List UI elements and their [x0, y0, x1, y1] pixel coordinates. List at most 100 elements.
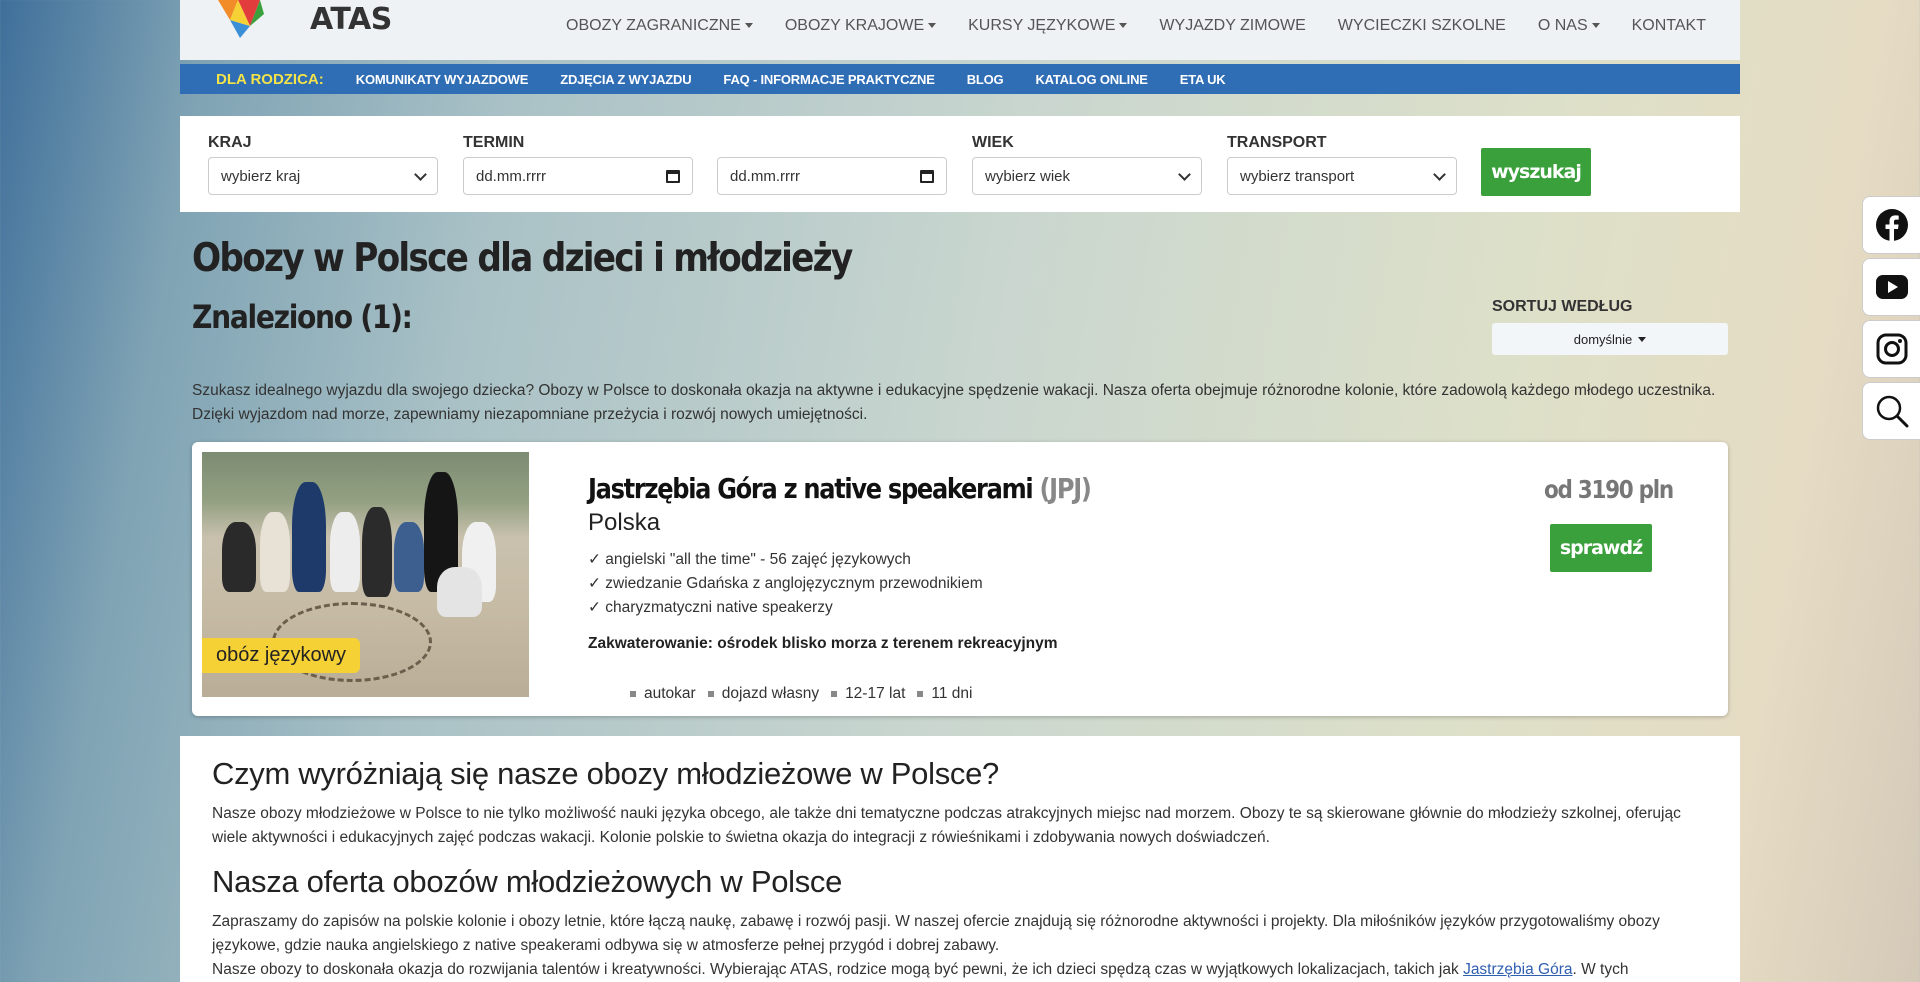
term-label: TERMIN: [463, 134, 525, 151]
calendar-icon[interactable]: [920, 169, 934, 183]
content-heading-1: Czym wyróżniają się nasze obozy młodzież…: [212, 756, 999, 791]
offer-type-badge: obóz językowy: [202, 638, 361, 673]
offer-price: od 3190 pln: [1544, 475, 1674, 504]
tag-duration: 11 dni: [917, 685, 972, 703]
logo-icon: [218, 0, 264, 38]
country-value: wybierz kraj: [221, 167, 301, 185]
instagram-link[interactable]: [1862, 320, 1920, 378]
chevron-down-icon: [414, 167, 427, 181]
subnav-faq[interactable]: FAQ - INFORMACJE PRAKTYCZNE: [723, 72, 934, 87]
check-offer-button[interactable]: sprawdź: [1550, 524, 1652, 572]
sort-label: SORTUJ WEDŁUG: [1492, 298, 1633, 315]
date-from-value: dd.mm.rrrr: [476, 167, 546, 185]
offer-code: (JPJ): [1039, 472, 1091, 505]
nav-kursy-jezykowe[interactable]: KURSY JĘZYKOWE: [968, 17, 1128, 35]
instagram-icon: [1876, 333, 1907, 365]
search-panel: KRAJ wybierz kraj TERMIN dd.mm.rrrr dd.m…: [180, 116, 1740, 212]
subnav-lead: DLA RODZICA:: [216, 70, 324, 88]
social-sidebar: [1862, 196, 1920, 444]
transport-label: TRANSPORT: [1227, 134, 1327, 151]
nav-o-nas[interactable]: O NAS: [1538, 17, 1600, 35]
age-label: WIEK: [972, 134, 1014, 151]
content-paragraph-3: Nasze obozy to doskonała okazja do rozwi…: [212, 958, 1720, 982]
offer-card: obóz językowy Jastrzębia Góra z native s…: [192, 442, 1728, 716]
offer-title-text: Jastrzębia Góra z native speakerami: [588, 472, 1034, 505]
nav-label: WYJAZDY ZIMOWE: [1159, 17, 1306, 34]
person-figure: [362, 507, 392, 597]
feature-item: ✓ charyzmatyczni native speakerzy: [588, 599, 833, 616]
nav-label: O NAS: [1537, 17, 1588, 34]
paragraph-text: . W tych: [1572, 961, 1629, 978]
date-to-value: dd.mm.rrrr: [730, 167, 800, 185]
logo-text: ATAS: [310, 2, 392, 37]
offer-title[interactable]: Jastrzębia Góra z native speakerami (JPJ…: [588, 472, 1092, 505]
nav-label: KONTAKT: [1631, 17, 1706, 34]
caret-down-icon: [1638, 336, 1647, 342]
results-count: Znaleziono (1):: [192, 298, 413, 336]
transport-field: TRANSPORT wybierz transport: [1227, 134, 1457, 195]
country-field: KRAJ wybierz kraj: [208, 134, 438, 195]
search-link[interactable]: [1862, 382, 1920, 440]
youtube-icon: [1875, 275, 1908, 299]
subnav-komunikaty[interactable]: KOMUNIKATY WYJAZDOWE: [356, 72, 529, 87]
offer-features: ✓ angielski "all the time" - 56 zajęć ję…: [588, 548, 983, 620]
subnav-eta-uk[interactable]: ETA UK: [1180, 72, 1226, 87]
facebook-link[interactable]: [1862, 196, 1920, 254]
tag-transport-bus: autokar: [630, 685, 696, 703]
subnav-blog[interactable]: BLOG: [967, 72, 1004, 87]
content-paragraph-1: Nasze obozy młodzieżowe w Polsce to nie …: [212, 805, 1681, 846]
nav-label: KURSY JĘZYKOWE: [968, 17, 1116, 34]
spacer-label: [717, 134, 947, 154]
nav-label: OBOZY KRAJOWE: [784, 17, 925, 34]
calendar-icon[interactable]: [666, 169, 680, 183]
sort-value: domyślnie: [1573, 331, 1633, 347]
person-figure: [394, 522, 424, 592]
tag-transport-own: dojazd własny: [708, 685, 819, 703]
caret-down-icon: [744, 23, 753, 29]
chevron-down-icon: [1178, 167, 1191, 181]
search-button[interactable]: wyszukaj: [1481, 148, 1591, 196]
age-field: WIEK wybierz wiek: [972, 134, 1202, 195]
date-from-field: TERMIN dd.mm.rrrr: [463, 134, 693, 195]
intro-text: Szukasz idealnego wyjazdu dla swojego dz…: [192, 382, 1716, 423]
parent-subnav: DLA RODZICA: KOMUNIKATY WYJAZDOWE ZDJĘCI…: [180, 64, 1740, 94]
country-select[interactable]: wybierz kraj: [208, 157, 438, 195]
page-title: Obozy w Polsce dla dzieci i młodzieży: [192, 236, 853, 281]
person-figure: [437, 567, 482, 617]
nav-label: OBOZY ZAGRANICZNE: [566, 17, 741, 34]
subnav-zdjecia[interactable]: ZDJĘCIA Z WYJAZDU: [560, 72, 691, 87]
subnav-katalog[interactable]: KATALOG ONLINE: [1035, 72, 1147, 87]
chevron-down-icon: [1433, 167, 1446, 181]
transport-select[interactable]: wybierz transport: [1227, 157, 1457, 195]
sort-dropdown[interactable]: domyślnie: [1492, 323, 1728, 355]
logo[interactable]: ATAS: [216, 0, 392, 40]
facebook-icon: [1875, 209, 1908, 242]
paragraph-text: Nasze obozy to doskonała okazja do rozwi…: [212, 961, 1464, 978]
link-jastrzebia-gora[interactable]: Jastrzębia Góra: [1463, 961, 1572, 978]
offer-photo[interactable]: obóz językowy: [202, 452, 529, 697]
person-figure: [330, 512, 360, 592]
person-figure: [260, 512, 290, 592]
nav-wycieczki-szkolne[interactable]: WYCIECZKI SZKOLNE: [1338, 17, 1506, 35]
seo-content: Czym wyróżniają się nasze obozy młodzież…: [180, 736, 1740, 982]
age-select[interactable]: wybierz wiek: [972, 157, 1202, 195]
site-header: ATAS OBOZY ZAGRANICZNE OBOZY KRAJOWE KUR…: [180, 0, 1740, 60]
feature-item: ✓ zwiedzanie Gdańska z anglojęzycznym pr…: [588, 575, 983, 592]
offer-lodging: Zakwaterowanie: ośrodek blisko morza z t…: [588, 635, 1058, 652]
country-label: KRAJ: [208, 134, 252, 151]
offer-country: Polska: [588, 509, 661, 536]
person-figure: [292, 482, 326, 592]
caret-down-icon: [1119, 23, 1128, 29]
date-from-input[interactable]: dd.mm.rrrr: [463, 157, 693, 195]
youtube-link[interactable]: [1862, 258, 1920, 316]
nav-label: WYCIECZKI SZKOLNE: [1337, 17, 1506, 34]
caret-down-icon: [1591, 23, 1600, 29]
transport-value: wybierz transport: [1240, 167, 1355, 185]
content-heading-2: Nasza oferta obozów młodzieżowych w Pols…: [212, 864, 843, 899]
date-to-field: dd.mm.rrrr: [717, 134, 947, 195]
date-to-input[interactable]: dd.mm.rrrr: [717, 157, 947, 195]
nav-wyjazdy-zimowe[interactable]: WYJAZDY ZIMOWE: [1159, 17, 1305, 35]
nav-obozy-zagraniczne[interactable]: OBOZY ZAGRANICZNE: [566, 17, 753, 35]
nav-obozy-krajowe[interactable]: OBOZY KRAJOWE: [784, 17, 937, 35]
nav-kontakt[interactable]: KONTAKT: [1632, 17, 1706, 35]
